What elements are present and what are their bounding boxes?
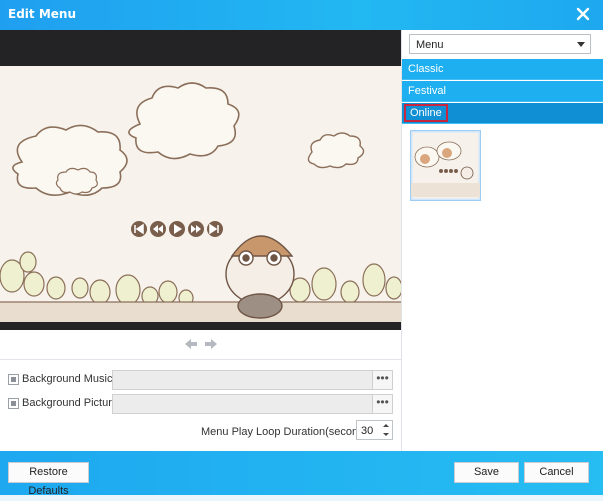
chevron-down-icon[interactable] — [577, 42, 585, 47]
category-online[interactable]: Online — [402, 103, 603, 124]
title-bar: Edit Menu — [0, 0, 603, 30]
category-label: Online — [404, 104, 448, 122]
background-music-browse-button[interactable]: ••• — [372, 370, 393, 390]
template-thumbnail[interactable] — [409, 129, 482, 202]
preview-nav — [184, 338, 220, 350]
dialog-footer: Restore Defaults Save Cancel — [0, 451, 603, 497]
category-festival[interactable]: Festival — [402, 81, 603, 102]
background-picture-path-field[interactable] — [112, 394, 374, 414]
arrow-right-icon[interactable] — [204, 338, 218, 350]
background-music-checkbox[interactable] — [8, 374, 19, 385]
spin-down-icon[interactable] — [380, 430, 392, 439]
category-classic[interactable]: Classic — [402, 59, 603, 80]
close-icon[interactable] — [573, 4, 593, 24]
background-picture-label: Background Picture: — [22, 397, 122, 409]
category-label: Classic — [408, 63, 444, 75]
background-music-label: Background Music: — [22, 373, 116, 385]
menu-type-value: Menu — [416, 39, 444, 51]
divider — [0, 359, 402, 360]
edit-menu-dialog: Edit Menu Background Music: ••• Backgrou… — [0, 0, 603, 497]
menu-preview — [0, 30, 402, 330]
background-music-path-field[interactable] — [112, 370, 374, 390]
category-label: Festival — [408, 85, 446, 97]
background-music-row: Background Music: ••• — [8, 370, 398, 390]
menu-template-panel: Menu Classic Festival Online — [402, 30, 603, 451]
window-title: Edit Menu — [8, 7, 76, 21]
restore-defaults-button[interactable]: Restore Defaults — [8, 462, 89, 497]
loop-duration-value[interactable]: 30 — [361, 425, 373, 437]
background-picture-row: Background Picture: ••• — [8, 394, 398, 414]
arrow-left-icon[interactable] — [184, 338, 198, 350]
spin-up-icon[interactable] — [380, 421, 392, 430]
background-picture-browse-button[interactable]: ••• — [372, 394, 393, 414]
background-picture-checkbox[interactable] — [8, 398, 19, 409]
loop-duration-stepper[interactable]: 30 — [356, 420, 393, 440]
loop-duration-label: Menu Play Loop Duration(seconds): — [201, 426, 377, 438]
save-button[interactable]: Save — [454, 462, 519, 483]
menu-template-preview-image — [0, 66, 402, 322]
cancel-button[interactable]: Cancel — [524, 462, 589, 483]
menu-type-dropdown[interactable]: Menu — [409, 34, 591, 54]
